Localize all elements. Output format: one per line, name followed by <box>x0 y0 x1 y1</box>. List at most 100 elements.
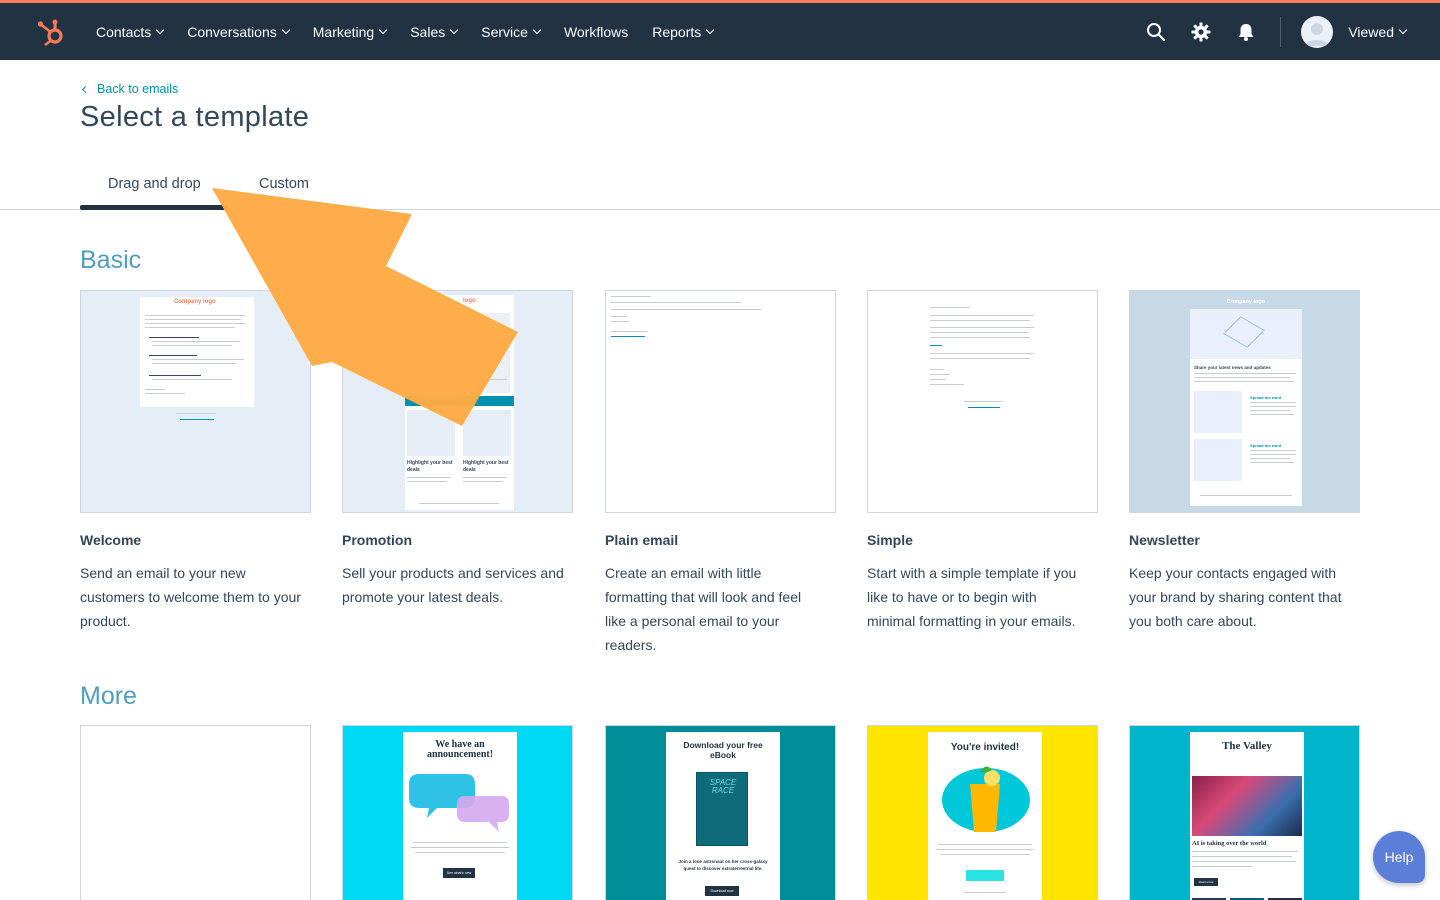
chevron-down-icon <box>156 25 165 34</box>
chevron-down-icon <box>378 25 388 34</box>
speech-bubbles-icon <box>409 774 509 832</box>
description-line: Start with a simple template if you <box>867 565 1077 581</box>
description-line: your brand by sharing content that <box>1129 589 1342 605</box>
tab-drag-and-drop[interactable]: Drag and drop <box>108 176 201 192</box>
hubspot-logo-icon[interactable] <box>36 17 66 47</box>
description-line: promote your latest deals. <box>342 589 504 605</box>
template-card-invitation[interactable]: You're invited! <box>867 725 1098 900</box>
description-line: Sell your products and services and <box>342 565 564 581</box>
ebook-cover: SPACE RACE <box>696 772 748 846</box>
tab-custom[interactable]: Custom <box>259 176 309 192</box>
preview-button: Read more <box>1194 878 1218 886</box>
account-menu[interactable]: Viewed <box>1301 15 1408 48</box>
template-description: Sell your products and services and prom… <box>342 561 577 609</box>
description-line: formatting that will look and feel <box>605 589 802 605</box>
search-button[interactable] <box>1144 20 1168 44</box>
nav-reports[interactable]: Reports <box>652 23 715 40</box>
nav-label: Workflows <box>563 23 629 40</box>
template-card-announcement[interactable]: We have an announcement! See what's new <box>342 725 573 900</box>
preview-sheet: logo Highlight your best deals Highlight… <box>405 295 514 510</box>
description-line: Send an email to your new <box>80 565 246 581</box>
preview-deal-text: Highlight your best deals <box>407 460 453 473</box>
top-navigation-bar: Contacts Conversations Marketing Sales S… <box>0 0 1440 60</box>
preview-tagline: Join a lone astronaut on her cross-galax… <box>678 859 768 871</box>
preview-title: You're invited! <box>950 742 1020 753</box>
preview-heading-text: AI is taking over the world <box>1192 840 1267 847</box>
nav-conversations[interactable]: Conversations <box>187 23 290 40</box>
template-card-promotion[interactable]: logo Highlight your best deals Highlight… <box>342 290 573 513</box>
template-card-blank[interactable] <box>80 725 311 900</box>
nav-contacts[interactable]: Contacts <box>96 23 165 40</box>
preview-logo-text: Company logo <box>174 299 216 305</box>
back-link-label: Back to emails <box>97 82 179 96</box>
description-line: like a personal email to your <box>605 613 780 629</box>
nav-workflows[interactable]: Workflows <box>564 24 628 40</box>
preview-deal-text: Highlight your best deals <box>463 460 509 473</box>
section-title-more: More <box>80 682 137 710</box>
nav-label: Service <box>481 23 528 40</box>
template-card-the-valley[interactable]: The Valley AI is taking over the world R… <box>1129 725 1360 900</box>
help-button[interactable]: Help <box>1373 831 1425 883</box>
chevron-down-icon <box>450 25 459 34</box>
chevron-down-icon <box>281 25 290 34</box>
description-line: product. <box>80 613 131 629</box>
account-label: Viewed <box>1348 23 1394 40</box>
chevron-down-icon <box>706 25 715 34</box>
template-description: Start with a simple template if you like… <box>867 561 1102 633</box>
nav-label: Reports <box>652 23 702 40</box>
preview-sub-text: Spread the word <box>1250 443 1282 448</box>
template-card-simple[interactable] <box>867 290 1098 513</box>
bell-icon <box>1238 23 1254 41</box>
back-to-emails-link[interactable]: Back to emails <box>80 82 178 96</box>
chevron-down-icon <box>1398 25 1408 34</box>
nav-marketing[interactable]: Marketing <box>312 23 388 40</box>
template-card-plain-email[interactable] <box>605 290 836 513</box>
chevron-left-icon <box>81 85 90 93</box>
preview-button: See what's new <box>443 868 475 878</box>
preview-heading-text: Share your latest news and updates <box>1194 365 1271 370</box>
description-line: Keep your contacts engaged with <box>1129 565 1337 581</box>
template-name: Welcome <box>80 532 142 548</box>
ebook-title: SPACE RACE <box>709 778 737 795</box>
description-line: minimal formatting in your emails. <box>867 613 1076 629</box>
template-card-ebook[interactable]: Download your free eBook SPACE RACE Join… <box>605 725 836 900</box>
template-name: Newsletter <box>1129 532 1200 548</box>
preview-logo-text: logo <box>463 298 476 304</box>
description-line: readers. <box>605 637 657 653</box>
main-nav: Contacts Conversations Marketing Sales S… <box>96 3 737 60</box>
page-title: Select a template <box>80 101 310 133</box>
description-line: customers to welcome them to your <box>80 589 301 605</box>
settings-button[interactable] <box>1189 20 1213 44</box>
search-icon <box>1147 22 1166 41</box>
nav-right-controls: Viewed <box>1123 3 1440 60</box>
preview-button: Download now <box>705 886 739 896</box>
template-card-newsletter[interactable]: Company logo Share your latest news and … <box>1129 290 1360 513</box>
template-description: Keep your contacts engaged with your bra… <box>1129 561 1364 633</box>
template-tabs: Drag and drop Custom <box>0 168 1440 210</box>
gear-icon <box>1191 22 1211 41</box>
notifications-button[interactable] <box>1234 20 1258 44</box>
preview-title: Download your free eBook <box>683 740 763 760</box>
nav-label: Conversations <box>187 23 277 40</box>
nav-label: Contacts <box>96 23 152 40</box>
preview-sheet: You're invited! <box>928 732 1042 900</box>
preview-sub-text: Spread the word <box>1250 395 1282 400</box>
active-tab-indicator <box>80 205 228 210</box>
nav-service[interactable]: Service <box>481 23 542 40</box>
description-line: you both care about. <box>1129 613 1257 629</box>
preview-sheet: We have an announcement! See what's new <box>403 732 517 900</box>
nav-label: Marketing <box>312 23 375 40</box>
preview-title: The Valley <box>1222 740 1272 752</box>
template-card-welcome[interactable]: Company logo <box>80 290 311 513</box>
section-title-basic: Basic <box>80 246 142 274</box>
preview-sheet: Download your free eBook SPACE RACE Join… <box>666 732 780 900</box>
nav-sales[interactable]: Sales <box>410 23 459 40</box>
lemonade-glass-icon <box>942 766 1030 832</box>
description-line: like to have or to begin with <box>867 589 1037 605</box>
nav-divider <box>1280 16 1282 47</box>
preview-title: We have an announcement! <box>426 739 494 760</box>
preview-logo-text: Company logo <box>1226 299 1266 305</box>
avatar <box>1301 15 1334 48</box>
preview-sheet: The Valley AI is taking over the world R… <box>1190 732 1304 900</box>
nav-label: Sales <box>410 23 446 40</box>
